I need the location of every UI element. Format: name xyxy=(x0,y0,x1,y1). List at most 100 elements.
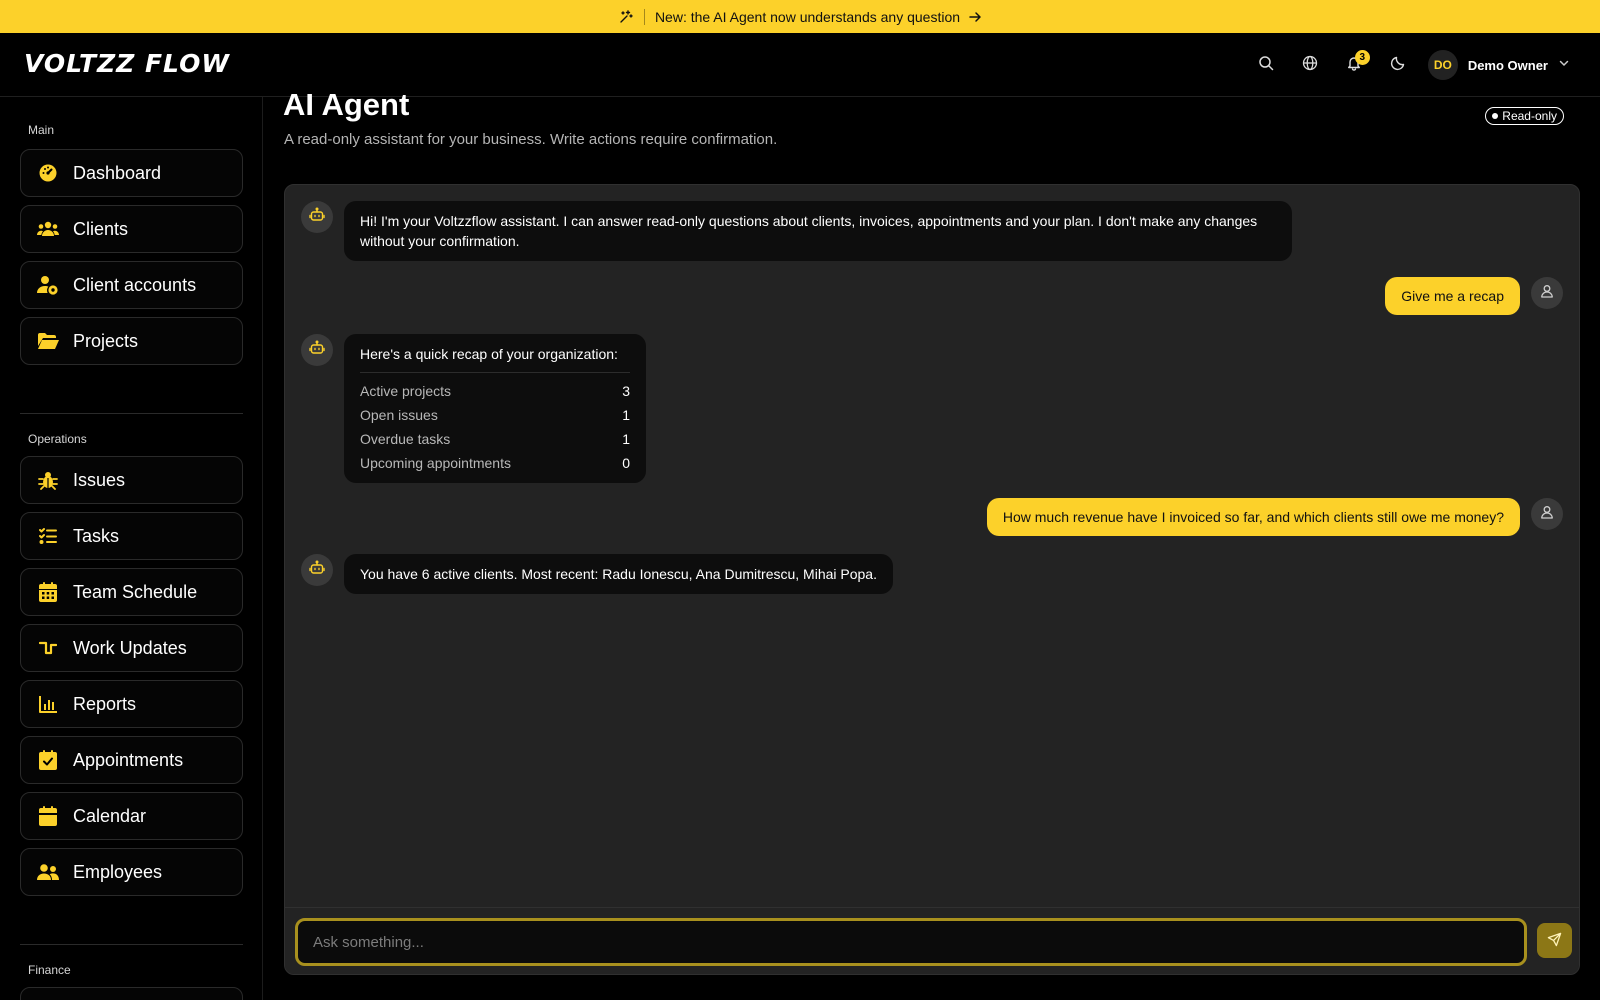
bot-recap-message: Here's a quick recap of your organizatio… xyxy=(344,334,646,483)
user-menu[interactable]: DO Demo Owner xyxy=(1427,50,1570,80)
gauge-icon xyxy=(37,162,59,184)
sidebar-item-label: Calendar xyxy=(73,805,147,826)
search-icon xyxy=(1258,55,1274,76)
bar-chart-icon xyxy=(37,693,59,715)
sidebar-item-appointments[interactable]: Appointments xyxy=(20,736,243,784)
search-button[interactable] xyxy=(1244,43,1288,87)
recap-row: Open issues 1 xyxy=(360,403,630,427)
robot-icon xyxy=(309,340,325,361)
sidebar-item-label: Tasks xyxy=(73,525,120,546)
message-text: How much revenue have I invoiced so far,… xyxy=(1002,509,1504,525)
user-gear-icon xyxy=(37,274,59,296)
bug-icon xyxy=(37,469,59,491)
bot-avatar xyxy=(301,201,333,233)
notifications-count-badge: 3 xyxy=(1354,50,1370,65)
sidebar-item-employees[interactable]: Employees xyxy=(20,848,243,896)
calendar-grid-icon xyxy=(37,581,59,603)
banner-divider xyxy=(643,8,645,25)
sidebar: Main Dashboard Clients Client accounts P… xyxy=(0,97,263,1000)
sidebar-item-dashboard[interactable]: Dashboard xyxy=(20,149,243,197)
user-avatar xyxy=(1531,498,1563,530)
sidebar-item-team-schedule[interactable]: Team Schedule xyxy=(20,568,243,616)
recap-label: Open issues xyxy=(360,407,438,423)
recap-row: Active projects 3 xyxy=(360,379,630,403)
message-text: Here's a quick recap of your organizatio… xyxy=(360,344,630,373)
message-text: You have 6 active clients. Most recent: … xyxy=(360,566,877,582)
status-dot-icon xyxy=(1492,113,1499,119)
language-button[interactable] xyxy=(1288,43,1332,87)
theme-toggle-button[interactable] xyxy=(1376,43,1420,87)
arrow-right-icon xyxy=(968,10,982,24)
page-subtitle: A read-only assistant for your business.… xyxy=(284,131,778,148)
read-only-badge-label: Read-only xyxy=(1502,109,1557,123)
logo[interactable]: VOLTZZ FLOW xyxy=(24,49,230,78)
chevron-down-icon xyxy=(1558,56,1570,74)
sidebar-item-label: Work Updates xyxy=(73,637,187,658)
send-icon xyxy=(1547,932,1562,950)
sidebar-item-label: Appointments xyxy=(73,749,184,770)
folder-open-icon xyxy=(37,330,59,352)
recap-label: Upcoming appointments xyxy=(360,455,511,471)
recap-label: Active projects xyxy=(360,383,452,399)
chat-composer xyxy=(285,907,1579,974)
sidebar-item-issues[interactable]: Issues xyxy=(20,456,243,504)
user-avatar xyxy=(1531,277,1563,309)
sparkles-icon xyxy=(618,9,634,25)
sidebar-item-work-updates[interactable]: Work Updates xyxy=(20,624,243,672)
avatar: DO xyxy=(1427,50,1458,80)
send-button[interactable] xyxy=(1537,923,1572,958)
sidebar-item-client-accounts[interactable]: Client accounts xyxy=(20,261,243,309)
recap-value: 3 xyxy=(622,383,630,399)
sidebar-item-label: Projects xyxy=(73,330,139,351)
sidebar-item-label: Clients xyxy=(73,218,129,239)
recap-row: Upcoming appointments 0 xyxy=(360,451,630,475)
sidebar-item-label: Employees xyxy=(73,861,163,882)
bot-message: Hi! I'm your Voltzzflow assistant. I can… xyxy=(344,201,1292,261)
chat-input[interactable] xyxy=(295,918,1527,966)
moon-icon xyxy=(1390,55,1406,76)
user-icon xyxy=(1540,505,1554,524)
robot-icon xyxy=(309,207,325,228)
calendar-check-icon xyxy=(37,749,59,771)
top-bar: VOLTZZ FLOW 3 DO Demo Owner xyxy=(0,33,1600,97)
sidebar-item-projects[interactable]: Projects xyxy=(20,317,243,365)
main-content: AI Agent A read-only assistant for your … xyxy=(263,87,1600,1000)
sidebar-divider xyxy=(20,413,243,414)
user-icon xyxy=(1540,284,1554,303)
sidebar-item-clients[interactable]: Clients xyxy=(20,205,243,253)
notifications-button[interactable]: 3 xyxy=(1332,43,1376,87)
bot-avatar xyxy=(301,554,333,586)
sidebar-item-reports[interactable]: Reports xyxy=(20,680,243,728)
sidebar-item-finance-partial[interactable] xyxy=(20,987,243,1000)
sidebar-item-tasks[interactable]: Tasks xyxy=(20,512,243,560)
user-name: Demo Owner xyxy=(1467,57,1548,73)
user-message: Give me a recap xyxy=(1385,277,1520,315)
calendar-icon xyxy=(37,805,59,827)
top-actions: 3 DO Demo Owner xyxy=(1244,33,1570,97)
sidebar-section-title: Operations xyxy=(28,432,87,446)
recap-value: 0 xyxy=(622,455,630,471)
user-message: How much revenue have I invoiced so far,… xyxy=(986,498,1520,536)
list-check-icon xyxy=(37,525,59,547)
message-text: Hi! I'm your Voltzzflow assistant. I can… xyxy=(360,213,1258,249)
robot-icon xyxy=(309,560,325,581)
recap-value: 1 xyxy=(622,407,630,423)
bot-avatar xyxy=(301,334,333,366)
sidebar-item-calendar[interactable]: Calendar xyxy=(20,792,243,840)
banner-text[interactable]: New: the AI Agent now understands any qu… xyxy=(655,9,960,25)
message-text: Give me a recap xyxy=(1401,288,1504,304)
bot-message: You have 6 active clients. Most recent: … xyxy=(344,554,893,594)
read-only-badge: Read-only xyxy=(1485,107,1564,125)
announcement-banner[interactable]: New: the AI Agent now understands any qu… xyxy=(0,0,1600,33)
sidebar-item-label: Issues xyxy=(73,469,126,490)
recap-row: Overdue tasks 1 xyxy=(360,427,630,451)
sidebar-item-label: Reports xyxy=(73,693,137,714)
timeline-icon xyxy=(37,637,59,659)
sidebar-section-title: Main xyxy=(28,123,55,137)
chat-panel: Hi! I'm your Voltzzflow assistant. I can… xyxy=(284,184,1580,975)
sidebar-item-label: Dashboard xyxy=(73,162,162,183)
recap-label: Overdue tasks xyxy=(360,431,451,447)
sidebar-item-label: Client accounts xyxy=(73,274,197,295)
users-icon xyxy=(37,218,59,240)
globe-icon xyxy=(1302,55,1318,76)
